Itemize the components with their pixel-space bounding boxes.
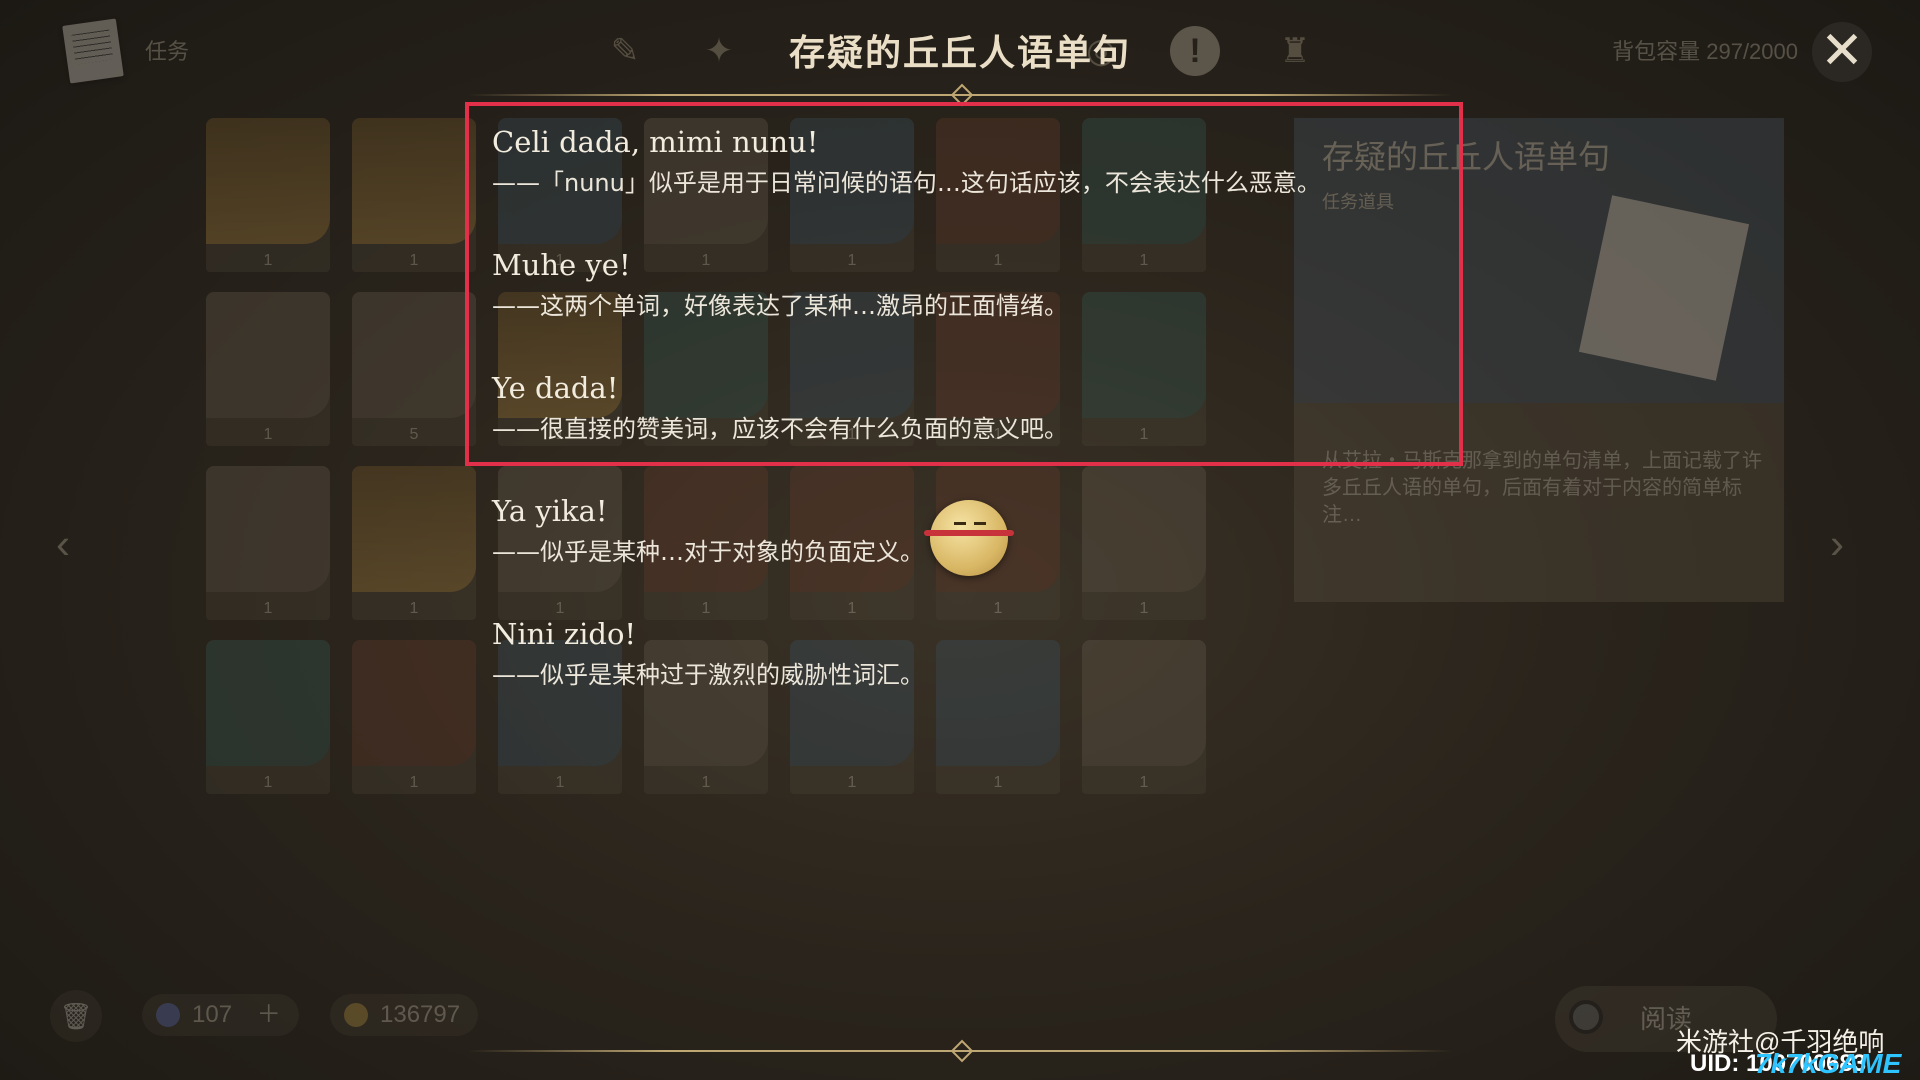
phrase-text: Nini zido!: [492, 617, 637, 651]
document-title: 存疑的丘丘人语单句: [788, 33, 1131, 74]
highlight-box: [465, 102, 1463, 466]
letter-illustration: [1578, 195, 1750, 381]
phrase-entry: Nini zido! ——似乎是某种过于激烈的威胁性词汇。: [492, 612, 1452, 735]
item-art: [352, 466, 476, 592]
item-slot[interactable]: 1: [206, 640, 330, 794]
item-count: 1: [409, 774, 419, 791]
item-count: 5: [409, 426, 419, 443]
item-count: 1: [1139, 774, 1149, 791]
item-slot[interactable]: 1: [352, 466, 476, 620]
mascot-eye: [974, 522, 986, 525]
item-slot[interactable]: 1: [206, 292, 330, 446]
item-count: 1: [263, 774, 273, 791]
item-count: 1: [409, 252, 419, 269]
trash-icon[interactable]: 🗑: [50, 990, 102, 1042]
item-slot[interactable]: 1: [352, 640, 476, 794]
item-art: [352, 118, 476, 244]
item-count: 1: [409, 600, 419, 617]
item-art: [352, 292, 476, 418]
item-count: 1: [263, 600, 273, 617]
item-count: 1: [555, 774, 565, 791]
add-icon[interactable]: ＋: [257, 1001, 281, 1028]
item-slot[interactable]: 1: [206, 118, 330, 272]
mora-counter: 136797: [330, 994, 479, 1036]
item-art: [206, 640, 330, 766]
item-count: 1: [263, 252, 273, 269]
phrase-meaning: ——似乎是某种过于激烈的威胁性词汇。: [492, 661, 924, 689]
item-count: 1: [847, 774, 857, 791]
mora-amount: 136797: [380, 1001, 461, 1028]
item-count: 1: [263, 426, 273, 443]
item-art: [206, 466, 330, 592]
item-count: 1: [701, 774, 711, 791]
mora-icon: [344, 1003, 368, 1027]
mascot-band: [924, 530, 1014, 536]
item-slot[interactable]: 1: [352, 118, 476, 272]
mascot-eye: [954, 522, 966, 525]
item-slot[interactable]: 1: [206, 466, 330, 620]
item-count: 1: [993, 774, 1003, 791]
next-arrow-icon[interactable]: ›: [1830, 520, 1844, 568]
watermark-badge: 7k7kGAME: [1755, 1048, 1902, 1079]
primogem-amount: 107: [192, 1001, 233, 1028]
primogem-counter: 107 ＋: [142, 994, 299, 1036]
item-art: [206, 118, 330, 244]
primogem-icon: [156, 1003, 180, 1027]
item-slot[interactable]: 5: [352, 292, 476, 446]
prev-arrow-icon[interactable]: ‹: [56, 520, 70, 568]
read-button-icon: [1569, 1000, 1603, 1034]
close-icon[interactable]: ✕: [1812, 22, 1872, 82]
paimon-mascot-icon: [924, 500, 1014, 576]
item-art: [206, 292, 330, 418]
item-art: [352, 640, 476, 766]
